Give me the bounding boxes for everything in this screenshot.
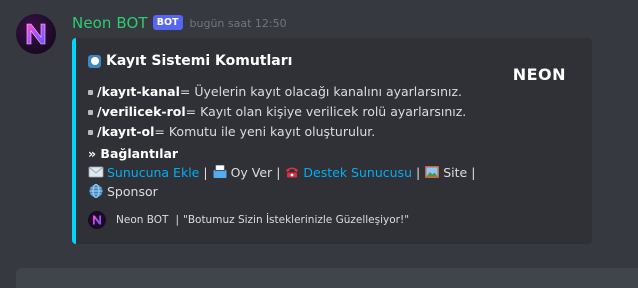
message-header: Neon BOT BOT bugün saat 12:50 [72,13,287,33]
white-circle-icon [88,54,101,68]
list-item: /verilicek-rol = Kayıt olan kişiye veril… [88,102,466,122]
command-name: /kayıt-kanal [97,84,180,99]
footer-text: "Botumuz Sizin İsteklerinizle Güzelleşiy… [182,214,410,226]
bot-avatar[interactable] [16,14,56,54]
neon-n-logo-icon [26,23,46,45]
command-description: = Kayıt olan kişiye verilicek rolü ayarl… [185,104,467,119]
embed-thumbnail[interactable]: NEON [513,65,566,84]
neon-n-logo-icon [92,215,102,225]
command-name: /verilicek-rol [97,104,186,119]
embed-footer: Neon BOT | "Botumuz Sizin İsteklerinizle… [88,211,409,229]
footer-avatar [88,211,106,229]
command-description: = Komutu ile yeni kayıt oluşturulur. [154,124,376,139]
ballot-box-icon [213,165,227,178]
footer-separator: | [175,214,179,226]
links-heading: » Bağlantılar [88,146,179,161]
message-input-area[interactable] [16,268,638,288]
list-item: /kayıt-kanal = Üyelerin kayıt olacağı ka… [88,82,466,102]
command-list: /kayıt-kanal = Üyelerin kayıt olacağı ka… [88,82,466,142]
embed-title: Kayıt Sistemi Komutları [88,53,292,69]
separator: | [276,164,281,180]
command-description: = Üyelerin kayıt olacağı kanalını ayarla… [179,84,462,99]
support-link[interactable]: Destek Sunucusu [303,165,412,180]
site-link[interactable]: Site [443,165,467,180]
globe-icon [89,184,103,198]
telephone-icon [286,167,299,178]
vote-link[interactable]: Oy Ver [231,165,273,180]
timestamp[interactable]: bugün saat 12:50 [190,17,287,30]
framed-picture-icon [425,166,440,178]
footer-name: Neon BOT [116,214,169,226]
bullet-icon [88,109,93,115]
chat-message: Neon BOT BOT bugün saat 12:50 Kayıt Sist… [0,0,638,270]
separator: | [471,164,476,180]
separator: | [416,164,421,180]
bot-tag: BOT [152,14,183,30]
links-row: Sunucuna Ekle | Oy Ver | Destek Sunucusu… [88,164,479,180]
sponsor-link[interactable]: Sponsor [107,184,158,199]
invite-link[interactable]: Sunucuna Ekle [107,165,199,180]
list-item: /kayıt-ol = Komutu ile yeni kayıt oluştu… [88,122,466,142]
embed: Kayıt Sistemi Komutları NEON /kayıt-kana… [72,38,592,244]
separator: | [203,164,208,180]
bullet-icon [88,89,93,95]
envelope-icon [88,166,104,178]
bullet-icon [88,129,93,135]
embed-title-text: Kayıt Sistemi Komutları [106,53,293,69]
command-name: /kayıt-ol [97,124,155,139]
links-row: Sponsor [88,183,158,199]
username[interactable]: Neon BOT [72,14,148,32]
